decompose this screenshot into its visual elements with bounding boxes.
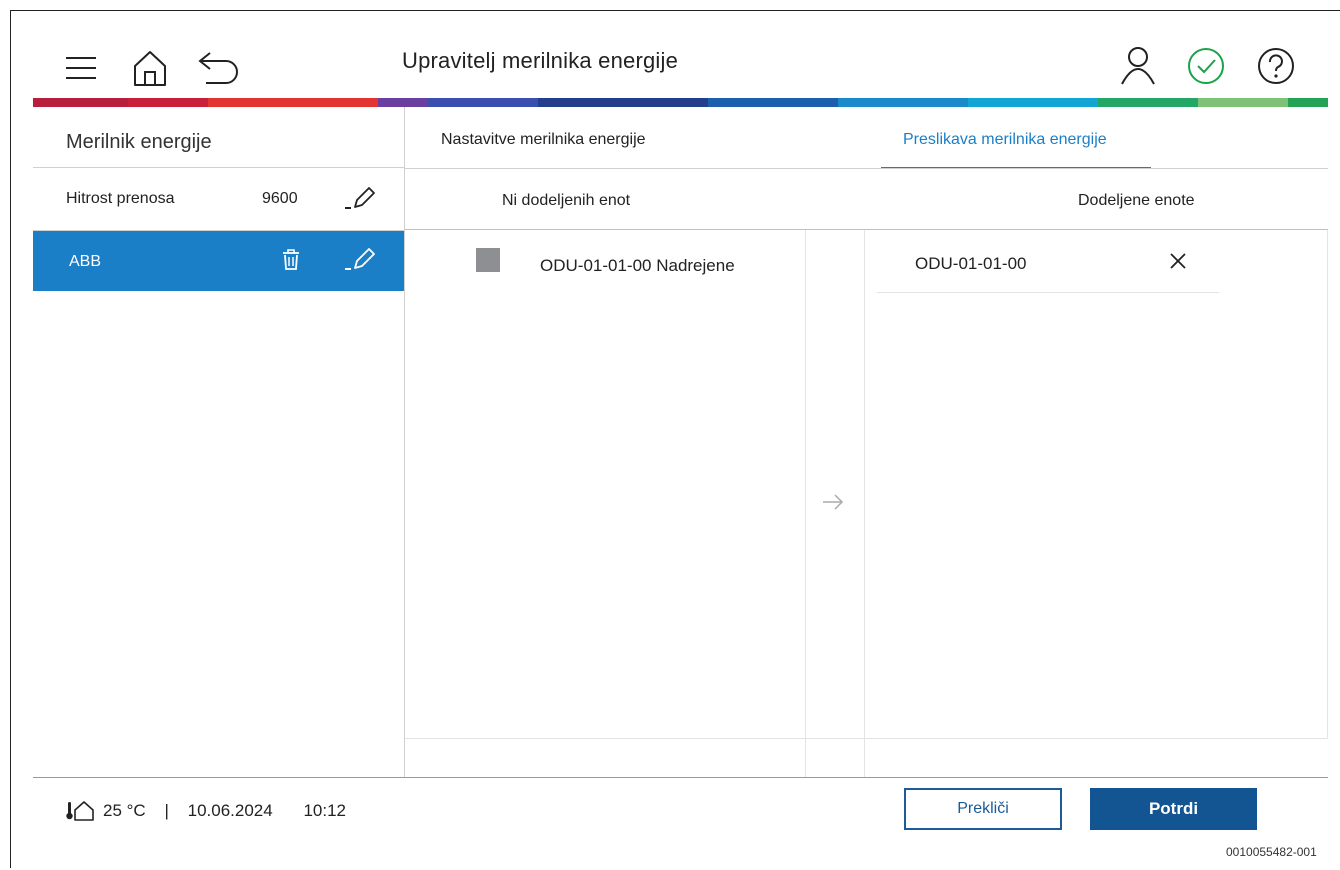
user-button[interactable]: [1120, 46, 1156, 86]
edit-meter-button[interactable]: [343, 247, 377, 273]
footer-divider: [33, 777, 1328, 778]
tab-meter-mapping[interactable]: Preslikava merilnika energije: [903, 131, 1107, 149]
date: 10.06.2024: [187, 801, 273, 820]
unit-checkbox[interactable]: [476, 248, 500, 272]
close-icon: [1170, 253, 1186, 269]
indoor-temperature: 25 °C: [103, 801, 146, 820]
tabs-divider: [405, 168, 1328, 169]
brand-stripe: [33, 98, 1328, 107]
unassigned-unit-label[interactable]: ODU-01-01-00 Nadrejene: [540, 256, 735, 276]
status-bar: 25 °C | 10.06.2024 10:12: [64, 801, 346, 821]
assign-arrow-button[interactable]: [821, 492, 845, 512]
transfer-rate-value: 9600: [262, 190, 298, 207]
back-button[interactable]: [196, 50, 240, 84]
unassigned-units-header: Ni dodeljenih enot: [502, 192, 631, 209]
edit-icon: [345, 187, 375, 209]
sidebar-title: Merilnik energije: [66, 131, 212, 153]
help-button[interactable]: [1257, 47, 1295, 85]
status-ok-icon: [1188, 48, 1224, 84]
remove-unit-button[interactable]: [1168, 251, 1188, 271]
status-button[interactable]: [1187, 47, 1225, 85]
menu-button[interactable]: [64, 54, 98, 82]
edit-icon: [345, 248, 375, 270]
assigned-item-divider: [877, 292, 1219, 293]
confirm-button[interactable]: Potrdi: [1090, 788, 1257, 830]
home-button[interactable]: [130, 48, 170, 88]
document-id: 0010055482-001: [1226, 845, 1317, 859]
column-divider: [864, 230, 865, 777]
tab-meter-settings[interactable]: Nastavitve merilnika energije: [441, 131, 646, 149]
meter-name: ABB: [69, 253, 102, 270]
cancel-button[interactable]: Prekliči: [904, 788, 1062, 830]
meter-item-abb[interactable]: ABB: [33, 231, 405, 291]
user-icon: [1121, 47, 1155, 85]
arrow-right-icon: [823, 494, 844, 510]
separator: |: [164, 801, 169, 820]
home-icon: [134, 51, 166, 86]
sidebar-border: [404, 107, 405, 777]
assigned-units-header: Dodeljene enote: [1078, 192, 1195, 209]
page-title: Upravitelj merilnika energije: [402, 48, 679, 73]
time: 10:12: [303, 801, 346, 820]
help-icon: [1258, 48, 1294, 84]
back-icon: [198, 52, 238, 84]
delete-meter-button[interactable]: [281, 249, 301, 271]
columns-header-divider: [405, 229, 1328, 230]
transfer-rate-label: Hitrost prenosa: [66, 190, 175, 207]
assigned-unit-label: ODU-01-01-00: [915, 254, 1027, 273]
list-bottom-divider: [405, 738, 1328, 739]
column-divider: [1327, 230, 1328, 738]
trash-icon: [283, 249, 299, 270]
edit-rate-button[interactable]: [343, 186, 377, 212]
divider: [33, 167, 405, 168]
column-divider: [805, 230, 806, 777]
menu-icon: [66, 57, 96, 79]
